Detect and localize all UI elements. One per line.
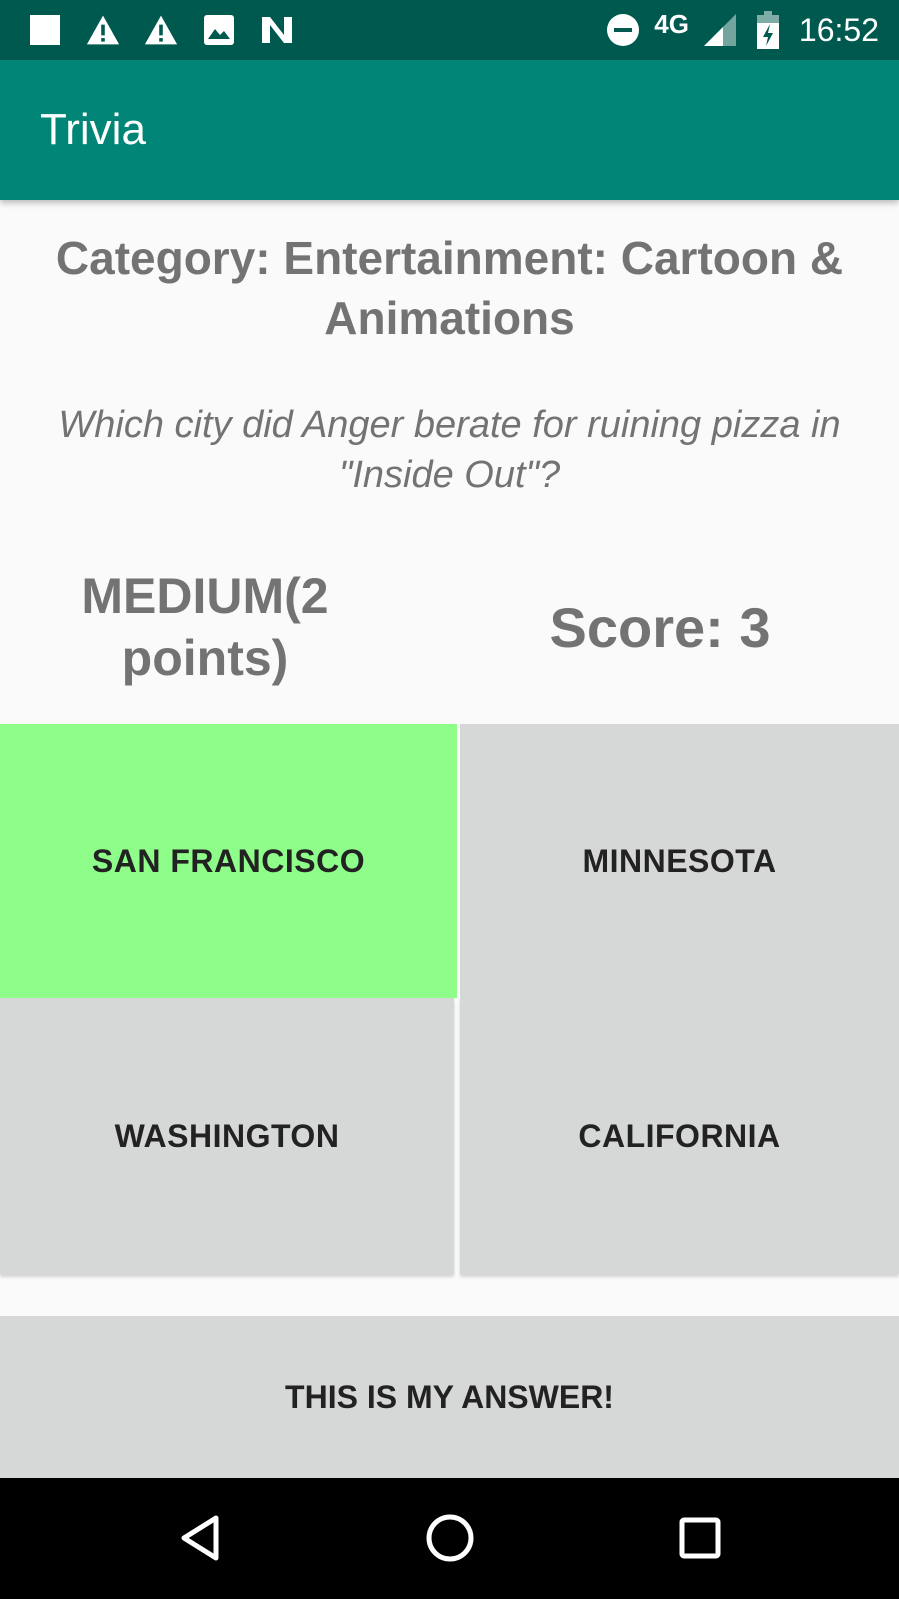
warning-icon bbox=[144, 13, 178, 47]
app-title: Trivia bbox=[40, 105, 146, 154]
answer-button-2[interactable]: MINNESOTA bbox=[460, 724, 899, 998]
app-bar: Trivia bbox=[0, 60, 899, 200]
answer-button-1[interactable]: SAN FRANCISCO bbox=[0, 724, 457, 998]
n-app-icon bbox=[260, 13, 294, 47]
signal-icon bbox=[703, 13, 737, 47]
navigation-bar bbox=[0, 1478, 899, 1599]
answer-button-3[interactable]: WASHINGTON bbox=[0, 998, 454, 1274]
category-label: Category: Entertainment: Cartoon & Anima… bbox=[55, 232, 844, 344]
notification-icons bbox=[28, 13, 294, 47]
system-indicators: 4G 16:52 bbox=[606, 8, 879, 52]
recent-apps-icon[interactable] bbox=[670, 1508, 730, 1568]
home-icon[interactable] bbox=[420, 1508, 480, 1568]
clock: 16:52 bbox=[798, 11, 879, 48]
submit-answer-button[interactable]: THIS IS MY ANSWER! bbox=[0, 1316, 899, 1478]
battery-charging-icon bbox=[751, 11, 785, 49]
warning-icon bbox=[86, 13, 120, 47]
difficulty-label: MEDIUM(2 points) bbox=[81, 568, 329, 686]
answer-button-4[interactable]: CALIFORNIA bbox=[460, 998, 899, 1274]
status-bar: 4G 16:52 bbox=[0, 0, 899, 60]
question-text: Which city did Anger berate for ruining … bbox=[58, 404, 841, 496]
image-icon bbox=[202, 13, 236, 47]
square-notification-icon bbox=[28, 13, 62, 47]
score-label: Score: 3 bbox=[549, 596, 771, 659]
back-icon[interactable] bbox=[170, 1508, 230, 1568]
network-type: 4G bbox=[654, 8, 689, 39]
do-not-disturb-icon bbox=[606, 13, 640, 47]
